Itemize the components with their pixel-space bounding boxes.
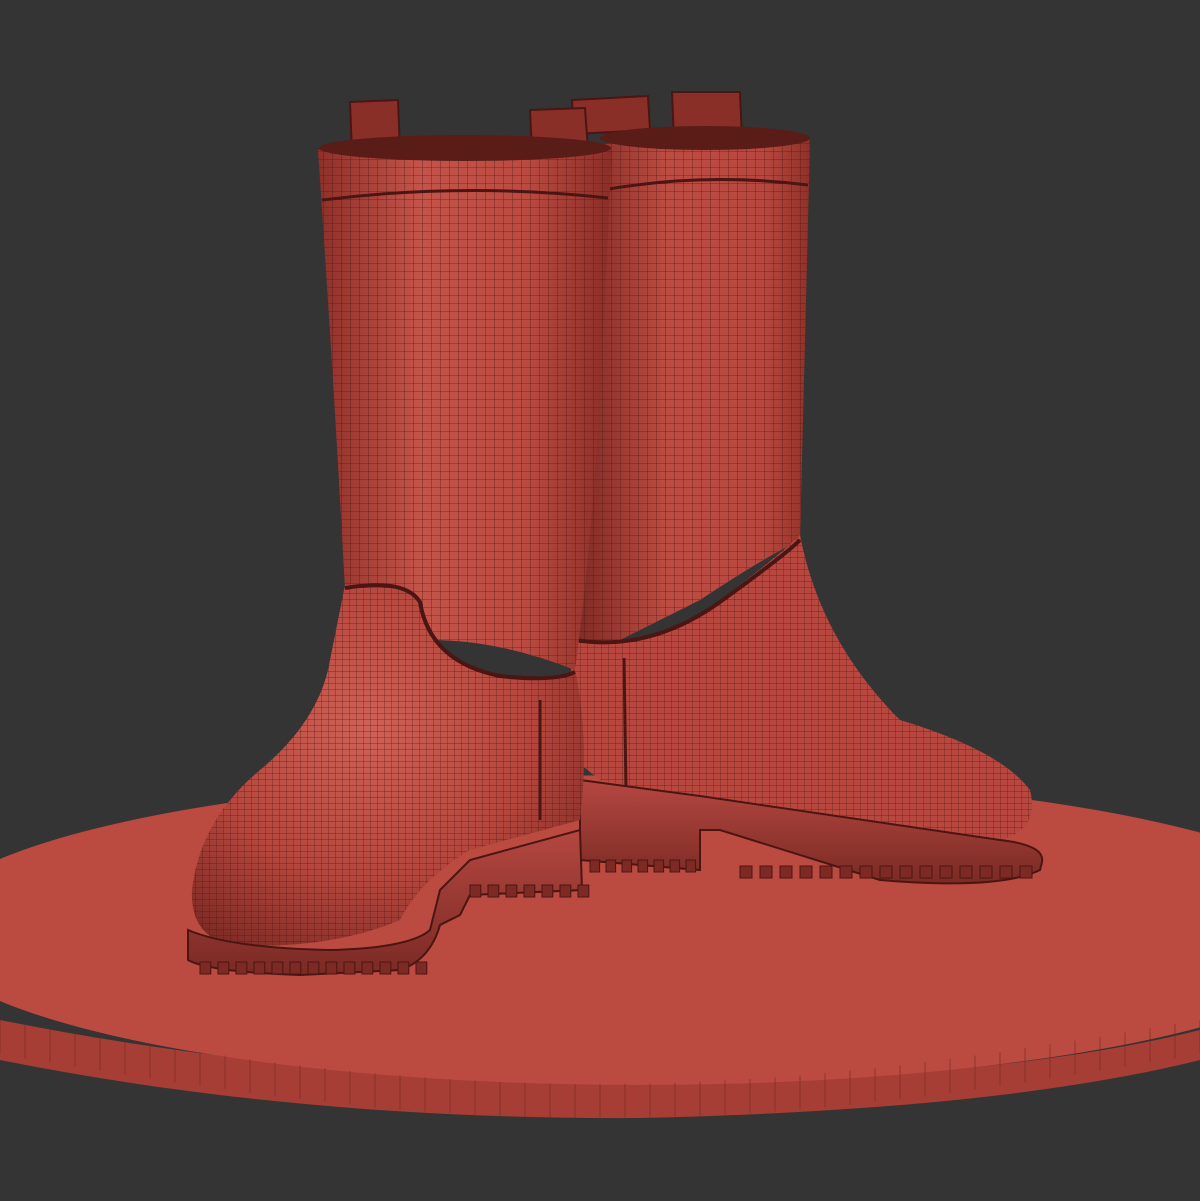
tread-lug <box>325 961 338 975</box>
tread-lug <box>899 865 913 879</box>
tread-lug <box>669 859 681 873</box>
render-viewport <box>0 0 1200 1201</box>
tread-lug <box>199 961 212 975</box>
tread-lug <box>487 884 500 898</box>
tread-lug <box>605 859 617 873</box>
tread-lug <box>235 961 248 975</box>
tread-lug <box>839 865 853 879</box>
tread-lug <box>999 865 1013 879</box>
tread-lug <box>759 865 773 879</box>
tread-lug <box>253 961 266 975</box>
tread-lug <box>505 884 518 898</box>
scene-svg <box>0 91 1200 1119</box>
tread-lug <box>919 865 933 879</box>
tread-lug <box>343 961 356 975</box>
tread-lug <box>819 865 833 879</box>
right-boot <box>570 91 1044 885</box>
tread-lug <box>469 884 482 898</box>
tread-lug <box>307 961 320 975</box>
tread-lug <box>739 865 753 879</box>
tread-lug <box>271 961 284 975</box>
right-boot-heel-seam <box>622 657 628 791</box>
tread-lug <box>523 884 536 898</box>
tread-lug <box>415 961 428 975</box>
tread-lug <box>577 884 590 898</box>
tread-lug <box>653 859 665 873</box>
tread-lug <box>1019 865 1033 879</box>
tread-lug <box>879 865 893 879</box>
tread-lug <box>589 859 601 873</box>
tread-lug <box>637 859 649 873</box>
tread-lug <box>217 961 230 975</box>
tread-lug <box>397 961 410 975</box>
tread-lug <box>939 865 953 879</box>
tread-lug <box>379 961 392 975</box>
tread-lug <box>541 884 554 898</box>
tread-lug <box>559 884 572 898</box>
tread-lug <box>685 859 697 873</box>
right-boot-opening <box>600 126 810 150</box>
tread-lug <box>859 865 873 879</box>
tread-lug <box>979 865 993 879</box>
tread-lug <box>959 865 973 879</box>
tread-lug <box>621 859 633 873</box>
tread-lug <box>779 865 793 879</box>
tread-lug <box>799 865 813 879</box>
left-boot <box>187 98 612 977</box>
tread-lug <box>361 961 374 975</box>
left-boot-opening <box>319 135 611 161</box>
tread-lug <box>289 961 302 975</box>
